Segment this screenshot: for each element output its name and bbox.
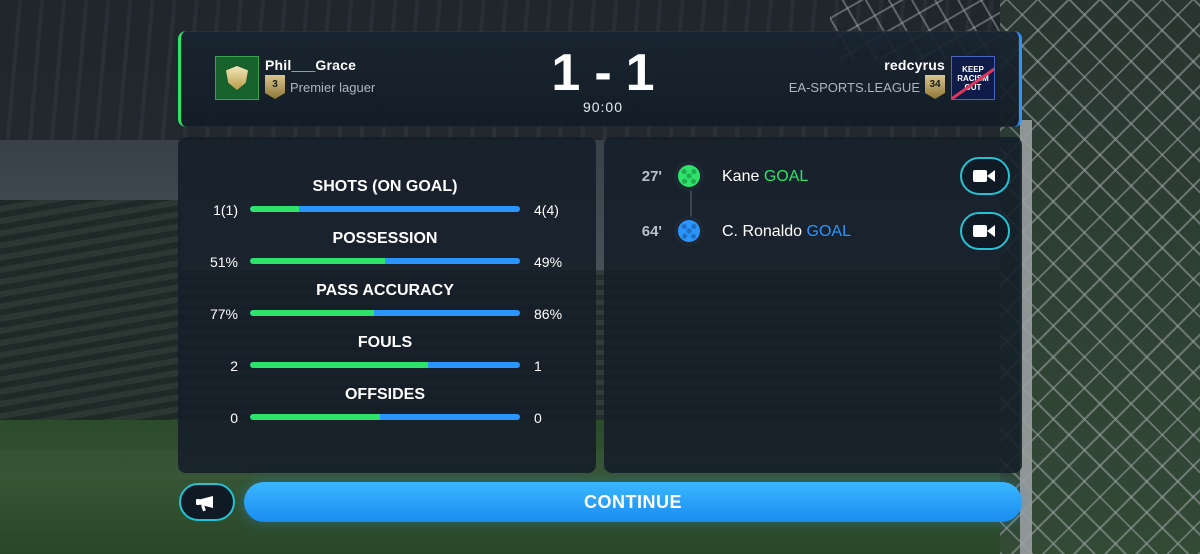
event-row: 64' C. Ronaldo GOAL xyxy=(604,212,1022,252)
event-type: GOAL xyxy=(763,168,809,185)
away-score: 1 xyxy=(625,44,655,102)
match-clock: 90:00 xyxy=(582,99,624,115)
stat-shots: SHOTS (ON GOAL) 1(1) 4(4) xyxy=(178,178,596,218)
stat-home-value: 2 xyxy=(230,358,238,374)
stat-offsides: OFFSIDES 0 0 xyxy=(178,386,596,426)
event-type: GOAL xyxy=(806,223,851,240)
match-stats-panel: SHOTS (ON GOAL) 1(1) 4(4) POSSESSION 51%… xyxy=(178,137,596,473)
match-score-header: Phil___Grace 3 Premier laguer 1-1 90:00 … xyxy=(178,31,1022,127)
stat-fouls: FOULS 2 1 xyxy=(178,334,596,374)
continue-button[interactable]: CONTINUE xyxy=(244,482,1022,522)
stat-label: SHOTS (ON GOAL) xyxy=(312,178,458,195)
stat-bar-home-fill xyxy=(250,310,375,316)
stat-away-value: 49% xyxy=(534,254,563,270)
stat-bar-home-fill xyxy=(250,258,385,264)
stat-away-value: 86% xyxy=(534,306,563,322)
stat-away-value: 4(4) xyxy=(534,202,559,218)
away-team: KEEP RACISM OUT redcyrus 34 EA-SPORTS.LE… xyxy=(784,55,995,101)
stat-home-value: 77% xyxy=(209,306,238,322)
home-team-name: Phil___Grace xyxy=(265,57,357,73)
match-events-panel: 27' Kane GOAL 64' C. Ronaldo GOAL xyxy=(604,137,1022,473)
stat-bar xyxy=(250,414,520,420)
event-player: Kane xyxy=(722,168,760,185)
stat-bar xyxy=(250,258,520,264)
stat-bar-home-fill xyxy=(250,362,429,368)
megaphone-icon xyxy=(195,492,219,512)
stat-label: FOULS xyxy=(357,334,413,351)
event-player: C. Ronaldo xyxy=(722,223,803,240)
quick-chat-button[interactable] xyxy=(179,483,235,521)
event-description: C. Ronaldo GOAL xyxy=(722,223,851,241)
stat-home-value: 0 xyxy=(230,410,238,426)
football-icon xyxy=(674,216,704,246)
away-team-name: redcyrus xyxy=(884,57,945,73)
stat-away-value: 0 xyxy=(534,410,542,426)
video-camera-icon xyxy=(973,223,997,239)
stat-home-value: 51% xyxy=(209,254,238,270)
home-score: 1 xyxy=(551,44,581,102)
stat-bar-home-fill xyxy=(250,414,380,420)
gold-shield-crest-icon xyxy=(215,56,259,100)
stat-label: OFFSIDES xyxy=(344,386,425,403)
stat-away-value: 1 xyxy=(534,358,542,374)
event-minute: 64' xyxy=(641,223,662,240)
replay-button[interactable] xyxy=(960,212,1010,250)
home-team: Phil___Grace 3 Premier laguer xyxy=(215,55,380,101)
home-level-badge: 3 xyxy=(265,75,285,99)
stat-bar xyxy=(250,206,520,212)
home-league: Premier laguer xyxy=(290,79,376,95)
event-row: 27' Kane GOAL xyxy=(604,157,1022,197)
stat-pass-accuracy: PASS ACCURACY 77% 86% xyxy=(178,282,596,322)
video-camera-icon xyxy=(973,168,997,184)
stat-bar xyxy=(250,362,520,368)
keep-racism-out-crest-icon: KEEP RACISM OUT xyxy=(951,56,995,100)
event-description: Kane GOAL xyxy=(722,168,808,186)
away-league: EA-SPORTS.LEAGUE xyxy=(788,79,920,95)
stat-bar xyxy=(250,310,520,316)
scoreline: 1-1 xyxy=(541,45,665,101)
stat-home-value: 1(1) xyxy=(213,202,238,218)
score-separator: - xyxy=(594,44,612,102)
stat-label: POSSESSION xyxy=(332,230,438,247)
replay-button[interactable] xyxy=(960,157,1010,195)
football-icon xyxy=(674,161,704,191)
stat-bar-home-fill xyxy=(250,206,299,212)
event-minute: 27' xyxy=(641,168,662,185)
stat-label: PASS ACCURACY xyxy=(316,282,454,299)
away-level-badge: 34 xyxy=(925,75,945,99)
stat-possession: POSSESSION 51% 49% xyxy=(178,230,596,270)
